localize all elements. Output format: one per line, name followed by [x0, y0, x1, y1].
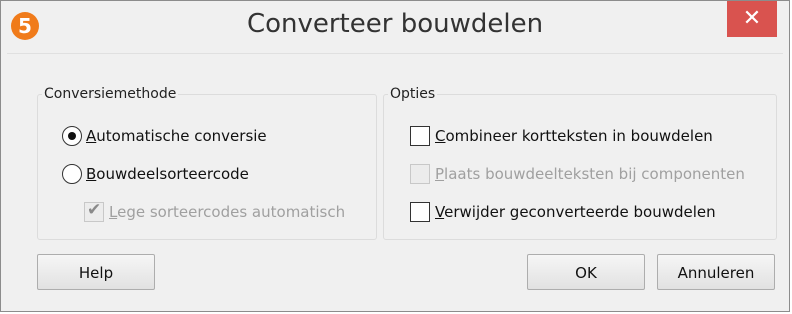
- empty-sort-codes-checkbox[interactable]: [84, 200, 104, 222]
- empty-sort-codes-option[interactable]: Lege sorteercodes automatisch: [84, 200, 346, 222]
- sort-code-option[interactable]: Bouwdeelsorteercode: [62, 164, 249, 184]
- place-texts-label: Plaats bouwdeelteksten bij componenten: [435, 165, 745, 183]
- dialog-title: Converteer bouwdelen: [246, 9, 544, 39]
- options-legend: Opties: [390, 86, 436, 102]
- dialog-window: 5 Converteer bouwdelen ✕ Conversiemethod…: [0, 0, 790, 312]
- sort-code-radio[interactable]: [62, 164, 82, 184]
- sort-code-label: Bouwdeelsorteercode: [86, 165, 249, 183]
- delete-converted-option[interactable]: Verwijder geconverteerde bouwdelen: [410, 202, 716, 222]
- cancel-button[interactable]: Annuleren: [657, 254, 775, 290]
- delete-converted-label: Verwijder geconverteerde bouwdelen: [435, 203, 716, 221]
- conversion-method-legend: Conversiemethode: [44, 86, 177, 102]
- delete-converted-checkbox[interactable]: [410, 202, 430, 222]
- close-icon: ✕: [742, 6, 762, 31]
- conversion-method-group: Conversiemethode Automatische conversie …: [37, 86, 377, 240]
- combine-short-texts-checkbox[interactable]: [410, 126, 430, 146]
- place-texts-option[interactable]: Plaats bouwdeelteksten bij componenten: [410, 164, 745, 184]
- combine-short-texts-option[interactable]: Combineer kortteksten in bouwdelen: [410, 126, 713, 146]
- close-button[interactable]: ✕: [727, 1, 777, 37]
- place-texts-checkbox[interactable]: [410, 164, 430, 184]
- automatic-conversion-radio[interactable]: [62, 126, 82, 146]
- combine-short-texts-label: Combineer kortteksten in bouwdelen: [435, 127, 713, 145]
- options-group: Opties Combineer kortteksten in bouwdele…: [383, 86, 777, 240]
- dialog-content: Conversiemethode Automatische conversie …: [7, 53, 783, 306]
- automatic-conversion-label: Automatische conversie: [86, 127, 267, 145]
- title-bar[interactable]: 5 Converteer bouwdelen ✕: [1, 1, 789, 51]
- automatic-conversion-option[interactable]: Automatische conversie: [62, 126, 267, 146]
- empty-sort-codes-label: Lege sorteercodes automatisch: [109, 203, 346, 221]
- ok-button[interactable]: OK: [527, 254, 645, 290]
- help-button[interactable]: Help: [37, 254, 155, 290]
